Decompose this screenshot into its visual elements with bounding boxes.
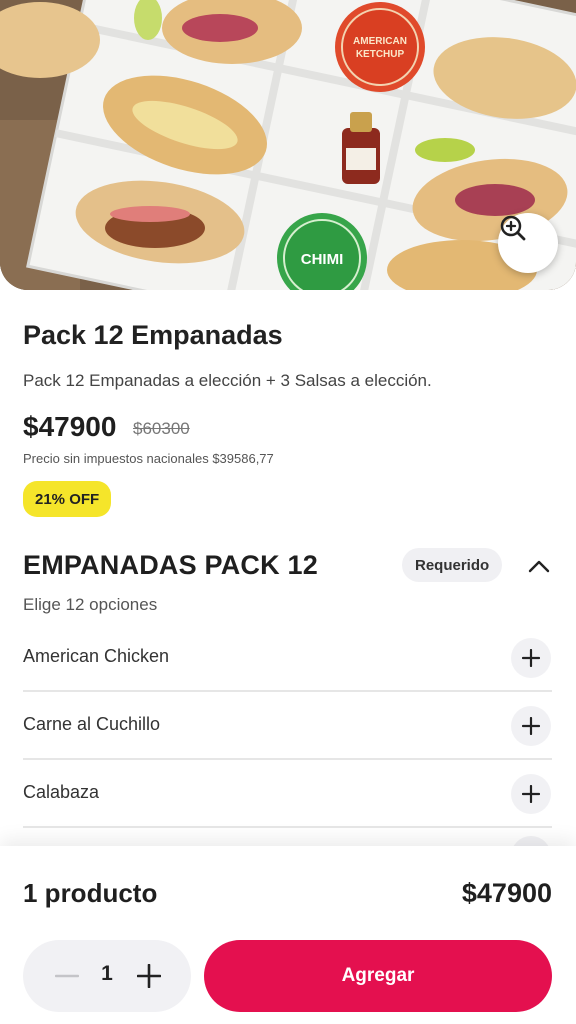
option-row: Calabaza [23, 760, 552, 828]
required-badge: Requerido [402, 548, 503, 582]
cart-footer: 1 producto $47900 1 Agregar [0, 846, 576, 1024]
product-count: 1 producto [23, 878, 158, 908]
product-description: Pack 12 Empanadas a elección + 3 Salsas … [23, 371, 432, 390]
tax-note: Precio sin impuestos nacionales $39586,7… [23, 451, 274, 466]
collapse-section-button[interactable] [525, 552, 553, 580]
product-hero-image: AMERICAN KETCHUP CHIMI [0, 0, 576, 290]
quantity-stepper: 1 [23, 940, 191, 1012]
svg-text:AMERICAN: AMERICAN [353, 36, 407, 47]
product-price: $47900 [23, 411, 117, 442]
svg-text:KETCHUP: KETCHUP [356, 49, 405, 60]
plus-icon [522, 649, 540, 667]
empanadas-box-illustration: AMERICAN KETCHUP CHIMI [0, 0, 576, 290]
svg-text:CHIMI: CHIMI [301, 251, 344, 268]
minus-icon [55, 974, 79, 978]
plus-icon [137, 964, 161, 988]
add-to-cart-button[interactable]: Agregar [204, 940, 552, 1012]
option-row: American Chicken [23, 624, 552, 692]
decrease-quantity-button[interactable] [53, 962, 81, 990]
zoom-in-icon [500, 215, 526, 241]
product-title: Pack 12 Empanadas [23, 320, 283, 350]
quantity-value: 1 [101, 962, 113, 985]
discount-badge: 21% OFF [23, 481, 112, 517]
increase-quantity-button[interactable] [133, 960, 165, 992]
section-title: EMPANADAS PACK 12 [23, 550, 318, 580]
add-option-button[interactable] [511, 706, 551, 746]
option-label: Carne al Cuchillo [23, 714, 161, 734]
option-label: American Chicken [23, 646, 170, 666]
cart-total: $47900 [461, 878, 552, 908]
plus-icon [522, 785, 540, 803]
add-option-button[interactable] [511, 774, 551, 814]
option-row: Carne al Cuchillo [23, 692, 552, 760]
chevron-up-icon [528, 560, 550, 573]
product-old-price: $60300 [133, 419, 190, 438]
zoom-button[interactable] [498, 213, 558, 273]
plus-icon [522, 717, 540, 735]
option-label: Calabaza [23, 782, 100, 802]
add-option-button[interactable] [511, 638, 551, 678]
section-subtitle: Elige 12 opciones [23, 595, 158, 614]
